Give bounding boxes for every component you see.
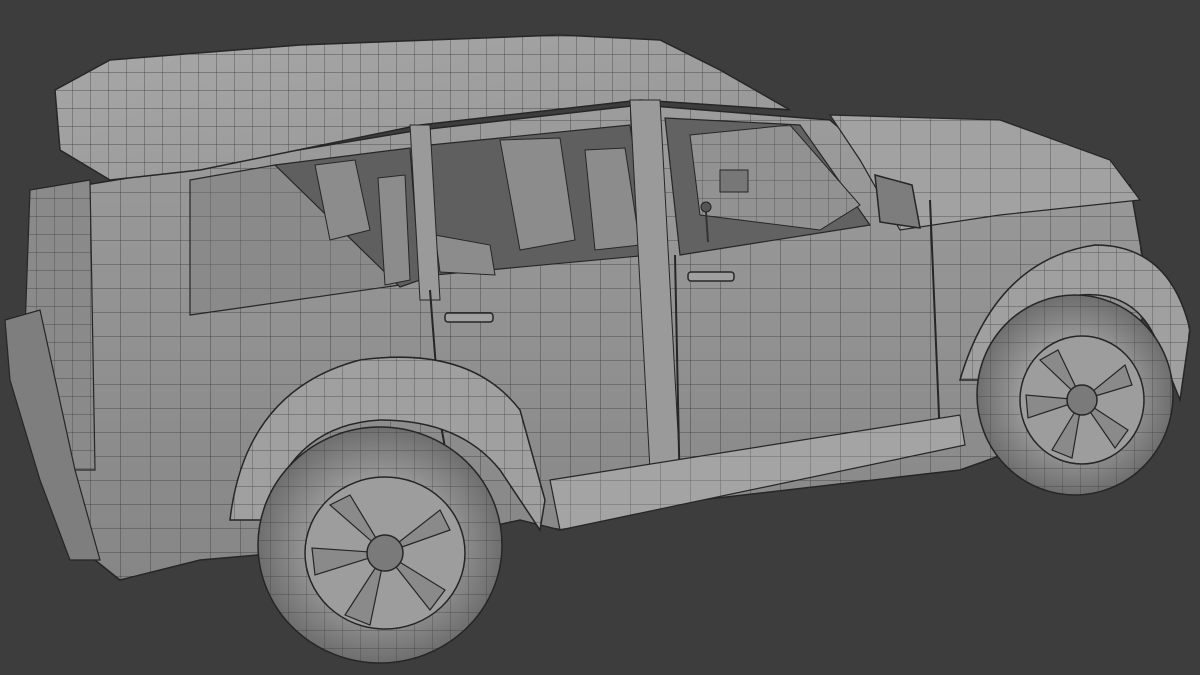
rear-wheel [257,426,503,664]
suv-body [4,34,1151,581]
front-wheel [976,294,1174,496]
rear-hub [366,534,404,572]
front-hub [1066,384,1098,416]
rear-door-handle [444,312,494,323]
front-door-handle [687,271,735,282]
suv-mesh-render [4,34,1191,664]
gear-knob [700,201,712,213]
3d-viewport[interactable] [0,0,1200,675]
dash-vent [719,169,749,193]
